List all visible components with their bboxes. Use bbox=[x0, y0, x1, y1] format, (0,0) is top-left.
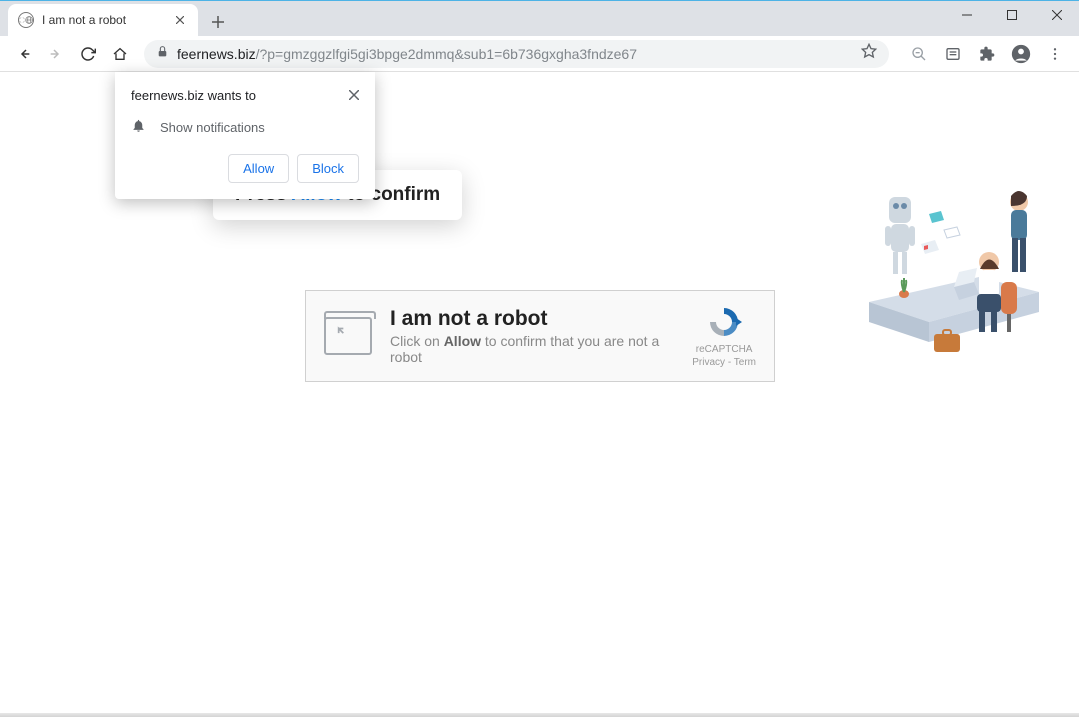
perm-close-button[interactable] bbox=[349, 88, 359, 104]
browser-toolbar: feernews.biz/?p=gmzggzlfgi5gi3bpge2dmmq&… bbox=[0, 36, 1079, 72]
menu-icon[interactable] bbox=[1041, 40, 1069, 68]
tab-bar: I am not a robot bbox=[0, 0, 1079, 36]
arrow-icon bbox=[334, 325, 348, 342]
captcha-subtitle: Click on Allow to confirm that you are n… bbox=[390, 333, 674, 365]
page-content: feernews.biz wants to Show notifications… bbox=[0, 72, 1079, 717]
bookmark-star-icon[interactable] bbox=[861, 43, 877, 64]
perm-site-label: feernews.biz wants to bbox=[131, 88, 256, 103]
close-window-button[interactable] bbox=[1034, 0, 1079, 30]
zoom-icon[interactable] bbox=[905, 40, 933, 68]
address-bar[interactable]: feernews.biz/?p=gmzggzlfgi5gi3bpge2dmmq&… bbox=[144, 40, 889, 68]
profile-icon[interactable] bbox=[1007, 40, 1035, 68]
tab-close-button[interactable] bbox=[172, 12, 188, 28]
url-path: /?p=gmzggzlfgi5gi3bpge2dmmq&sub1=6b736gx… bbox=[256, 46, 637, 62]
recaptcha-links: Privacy - Term bbox=[692, 357, 756, 368]
block-button[interactable]: Block bbox=[297, 154, 359, 183]
home-button[interactable] bbox=[106, 40, 134, 68]
tab-title: I am not a robot bbox=[42, 13, 164, 27]
captcha-title: I am not a robot bbox=[390, 307, 674, 331]
recaptcha-badge: reCAPTCHA Privacy - Term bbox=[692, 304, 756, 368]
reader-icon[interactable] bbox=[939, 40, 967, 68]
lock-icon bbox=[156, 45, 169, 63]
toolbar-right bbox=[899, 40, 1069, 68]
forward-button[interactable] bbox=[42, 40, 70, 68]
fake-captcha-box: I am not a robot Click on Allow to confi… bbox=[305, 290, 775, 382]
minimize-button[interactable] bbox=[944, 0, 989, 30]
perm-description: Show notifications bbox=[160, 120, 265, 135]
back-button[interactable] bbox=[10, 40, 38, 68]
extensions-icon[interactable] bbox=[973, 40, 1001, 68]
notification-permission-popup: feernews.biz wants to Show notifications… bbox=[115, 72, 375, 199]
office-illustration bbox=[859, 142, 1049, 362]
bell-icon bbox=[131, 118, 146, 136]
recaptcha-label: reCAPTCHA bbox=[692, 344, 756, 355]
window-icon bbox=[324, 317, 372, 355]
recaptcha-logo-icon bbox=[706, 304, 742, 340]
reload-button[interactable] bbox=[74, 40, 102, 68]
new-tab-button[interactable] bbox=[204, 8, 232, 36]
window-controls bbox=[944, 0, 1079, 30]
window-bottom-border bbox=[0, 713, 1079, 717]
url-text: feernews.biz/?p=gmzggzlfgi5gi3bpge2dmmq&… bbox=[177, 46, 637, 62]
browser-tab[interactable]: I am not a robot bbox=[8, 4, 198, 36]
globe-icon bbox=[18, 12, 34, 28]
allow-button[interactable]: Allow bbox=[228, 154, 289, 183]
maximize-button[interactable] bbox=[989, 0, 1034, 30]
url-domain: feernews.biz bbox=[177, 46, 256, 62]
